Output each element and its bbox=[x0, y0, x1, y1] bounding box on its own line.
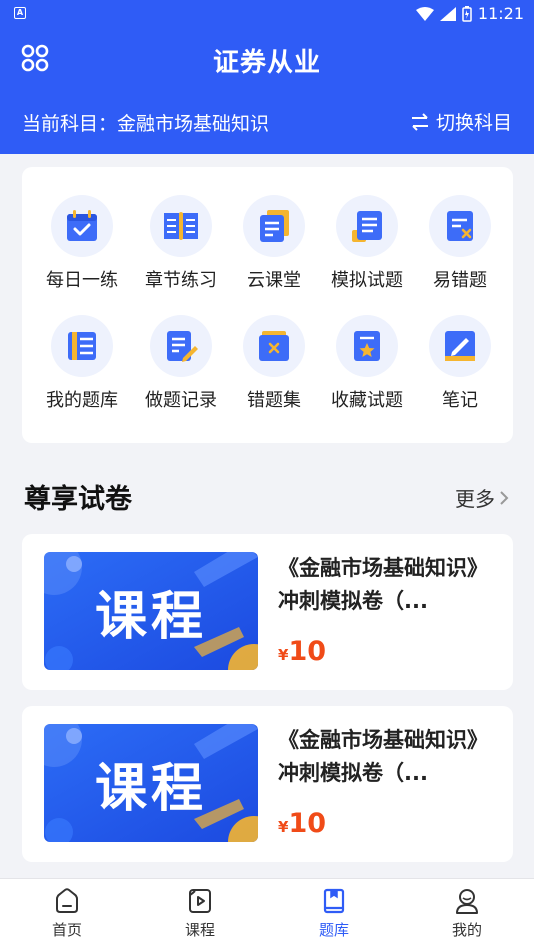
chevron-right-icon bbox=[500, 490, 509, 505]
price-amount: 10 bbox=[288, 636, 327, 667]
grid-label: 云课堂 bbox=[247, 270, 301, 291]
grid-label: 笔记 bbox=[442, 390, 478, 411]
bottom-tab-bar: 首页 课程 题库 我的 bbox=[0, 878, 534, 950]
wrong-folder-icon bbox=[259, 331, 289, 361]
star-doc-icon bbox=[354, 331, 380, 361]
book-stack-icon bbox=[68, 332, 96, 360]
grid-item-wrong-set[interactable]: 错题集 bbox=[228, 315, 320, 425]
grid-item-chapter-practice[interactable]: 章节练习 bbox=[135, 195, 227, 305]
notebook-pen-icon bbox=[445, 331, 475, 361]
course-card[interactable]: 课程 《金融市场基础知识》冲刺模拟卷（... ¥10 bbox=[22, 534, 513, 690]
course-title: 《金融市场基础知识》冲刺模拟卷（... bbox=[278, 556, 488, 613]
grid-label: 章节练习 bbox=[145, 270, 217, 291]
notification-icon: A bbox=[14, 7, 26, 19]
switch-subject-label: 切换科目 bbox=[435, 112, 512, 134]
thumbnail-text: 课程 bbox=[94, 587, 207, 647]
course-price: ¥10 bbox=[278, 808, 326, 839]
open-book-icon bbox=[164, 212, 198, 240]
grid-label: 我的题库 bbox=[46, 390, 118, 411]
status-time: 11:21 bbox=[477, 4, 524, 23]
grid-item-daily-practice[interactable]: 每日一练 bbox=[36, 195, 128, 305]
more-link[interactable]: 更多 bbox=[455, 483, 509, 512]
battery-icon bbox=[462, 5, 472, 22]
status-bar: A 11:21 bbox=[0, 0, 534, 28]
document-icon bbox=[260, 210, 289, 242]
question-bank-icon bbox=[323, 888, 345, 914]
tab-label: 我的 bbox=[451, 921, 482, 939]
grid-item-record[interactable]: 做题记录 bbox=[135, 315, 227, 425]
app-header: 证券从业 bbox=[0, 28, 534, 90]
grid-item-error-prone[interactable]: 易错题 bbox=[414, 195, 506, 305]
tab-courses[interactable]: 课程 bbox=[150, 887, 250, 940]
switch-subject-button[interactable]: 切换科目 bbox=[410, 108, 512, 135]
profile-icon bbox=[456, 889, 478, 914]
thumbnail-text: 课程 bbox=[94, 759, 207, 819]
signal-icon bbox=[439, 6, 456, 21]
error-sheet-icon bbox=[447, 211, 473, 241]
course-card[interactable]: 课程 《金融市场基础知识》冲刺模拟卷（... ¥10 bbox=[22, 706, 513, 862]
grid-item-mock-exam[interactable]: 模拟试题 bbox=[321, 195, 413, 305]
grid-label: 易错题 bbox=[433, 270, 487, 291]
grid-item-favorites[interactable]: 收藏试题 bbox=[321, 315, 413, 425]
feature-grid: 每日一练 章节练习 云课堂 模拟试题 易错题 我的题库 做题记录 错题集 收藏试… bbox=[22, 167, 513, 443]
subject-bar: 当前科目：金融市场基础知识 切换科目 bbox=[0, 90, 534, 154]
current-subject: 当前科目：金融市场基础知识 bbox=[22, 113, 270, 135]
grid-item-my-bank[interactable]: 我的题库 bbox=[36, 315, 128, 425]
course-title: 《金融市场基础知识》冲刺模拟卷（... bbox=[278, 728, 488, 785]
grid-label: 收藏试题 bbox=[331, 390, 403, 411]
tab-label: 题库 bbox=[318, 921, 349, 939]
premium-papers-header: 尊享试卷 更多 bbox=[22, 475, 513, 515]
section-title: 尊享试卷 bbox=[24, 484, 132, 515]
grid-label: 模拟试题 bbox=[331, 270, 403, 291]
tab-profile[interactable]: 我的 bbox=[417, 887, 517, 940]
price-amount: 10 bbox=[288, 808, 327, 839]
grid-label: 每日一练 bbox=[46, 270, 118, 291]
grid-item-notes[interactable]: 笔记 bbox=[414, 315, 506, 425]
exam-paper-icon bbox=[352, 211, 382, 242]
grid-label: 做题记录 bbox=[145, 390, 217, 411]
more-label: 更多 bbox=[455, 487, 495, 511]
edit-record-icon bbox=[167, 331, 198, 362]
course-price: ¥10 bbox=[278, 636, 326, 667]
page-title: 证券从业 bbox=[212, 48, 321, 78]
currency-symbol: ¥ bbox=[278, 646, 289, 664]
home-icon bbox=[56, 888, 78, 913]
calendar-check-icon bbox=[67, 210, 97, 241]
tab-label: 课程 bbox=[184, 921, 215, 939]
grid-label: 错题集 bbox=[247, 390, 301, 411]
tab-home[interactable]: 首页 bbox=[17, 887, 117, 940]
tab-label: 首页 bbox=[51, 921, 82, 939]
video-icon bbox=[189, 889, 211, 913]
currency-symbol: ¥ bbox=[278, 818, 289, 836]
tab-question-bank[interactable]: 题库 bbox=[284, 887, 384, 940]
swap-icon bbox=[411, 112, 428, 131]
wifi-icon bbox=[415, 6, 434, 21]
grid-item-cloud-class[interactable]: 云课堂 bbox=[228, 195, 320, 305]
